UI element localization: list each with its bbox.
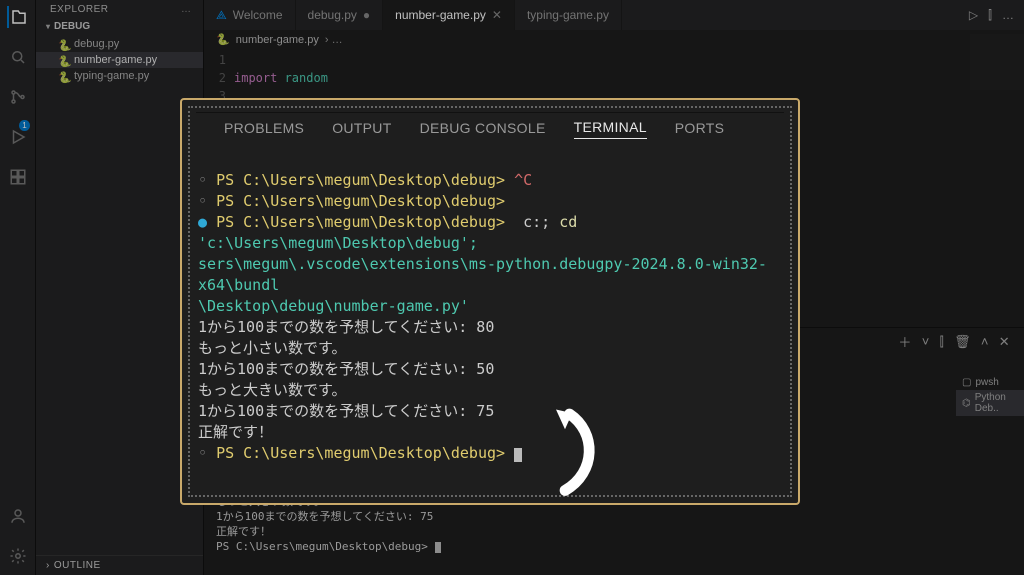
callout-arrow-icon [520,400,610,503]
debug-badge: 1 [19,120,29,131]
explorer-more-icon[interactable]: … [181,4,193,15]
explorer-folder-header[interactable]: ▾ DEBUG [36,19,203,34]
activity-account-icon[interactable] [7,505,29,527]
line-number: 1 [204,51,226,69]
zoom-panel-tabs: PROBLEMS OUTPUT DEBUG CONSOLE TERMINAL P… [196,112,784,145]
file-item-label: debug.py [74,38,119,50]
panel-tab-ports[interactable]: PORTS [675,120,724,139]
editor-tab-bar: ⟁ Welcome debug.py ● number-game.py ✕ ty… [204,0,1024,30]
tab-label: debug.py [308,8,357,22]
activity-debug-icon[interactable]: 1 [7,126,29,148]
terminal-dropdown-icon[interactable]: ˅ [922,334,930,349]
breadcrumb-file: number-game.py [236,34,319,46]
activity-explorer-icon[interactable] [7,6,29,28]
dirty-dot-icon: ● [363,8,370,22]
split-icon[interactable]: ⫿ [988,8,992,23]
file-item-label: number-game.py [74,54,157,66]
file-item-typing-game[interactable]: 🐍 typing-game.py [36,68,203,84]
explorer-title: EXPLORER [50,4,108,15]
tab-welcome[interactable]: ⟁ Welcome [204,0,296,30]
panel-tab-output[interactable]: OUTPUT [332,120,391,139]
python-file-icon: 🐍 [58,71,68,81]
file-item-label: typing-game.py [74,70,149,82]
close-icon[interactable]: ✕ [492,8,502,22]
activity-scm-icon[interactable] [7,86,29,108]
more-icon[interactable]: … [1002,8,1014,22]
close-panel-icon[interactable]: ✕ [999,334,1010,350]
python-file-icon: 🐍 [216,33,230,46]
bug-icon: ⌬ [962,398,971,409]
file-item-number-game[interactable]: 🐍 number-game.py [36,52,203,68]
kill-terminal-icon[interactable]: 🗑 [954,334,971,350]
terminal-list: ▢pwsh ⌬Python Deb.. [956,375,1024,416]
python-file-icon: 🐍 [58,55,68,65]
zoom-terminal-output: ◦ PS C:\Users\megum\Desktop\debug> ^C ◦ … [196,145,784,489]
tab-debug-py[interactable]: debug.py ● [296,0,384,30]
activity-extensions-icon[interactable] [7,166,29,188]
chevron-right-icon: › [46,560,50,571]
chevron-down-icon: ▾ [46,22,50,31]
explorer-folder-name: DEBUG [54,21,90,32]
explorer-sidebar: EXPLORER … ▾ DEBUG 🐍 debug.py 🐍 number-g… [36,0,204,575]
panel-tab-problems[interactable]: PROBLEMS [224,120,304,139]
line-number: 2 [204,69,226,87]
split-terminal-icon[interactable]: ⫿ [940,334,944,350]
tab-typing-game-py[interactable]: typing-game.py [515,0,622,30]
breadcrumb-rest: › … [325,34,343,46]
terminal-cursor [435,542,441,553]
terminal-list-item-pwsh[interactable]: ▢pwsh [956,375,1024,390]
activity-settings-icon[interactable] [7,545,29,567]
python-file-icon: 🐍 [58,39,68,49]
tab-label: Welcome [233,8,283,22]
activity-search-icon[interactable] [7,46,29,68]
panel-tab-debug-console[interactable]: DEBUG CONSOLE [420,120,546,139]
panel-actions: ＋ ˅ ⫿ 🗑 ˄ ✕ [898,332,1010,351]
editor-actions: ▷ ⫿ … [959,8,1024,23]
outline-label: OUTLINE [54,560,101,571]
file-item-debug[interactable]: 🐍 debug.py [36,36,203,52]
tab-label: number-game.py [395,8,486,22]
terminal-list-item-python-debug[interactable]: ⌬Python Deb.. [956,390,1024,416]
tab-label: typing-game.py [527,8,609,22]
breadcrumb[interactable]: 🐍 number-game.py › … [204,30,1024,49]
minimap[interactable] [970,34,1024,90]
maximize-panel-icon[interactable]: ˄ [981,334,989,349]
panel-tab-terminal[interactable]: TERMINAL [574,119,647,139]
new-terminal-icon[interactable]: ＋ [898,332,911,351]
tab-number-game-py[interactable]: number-game.py ✕ [383,0,515,30]
run-icon[interactable]: ▷ [969,8,978,22]
terminal-icon: ▢ [962,377,971,388]
explorer-header: EXPLORER … [36,0,203,19]
outline-section[interactable]: › OUTLINE [36,555,203,575]
vscode-icon: ⟁ [216,8,227,23]
explorer-file-list: 🐍 debug.py 🐍 number-game.py 🐍 typing-gam… [36,34,203,88]
terminal-zoom-callout: PROBLEMS OUTPUT DEBUG CONSOLE TERMINAL P… [180,98,800,505]
activity-bar: 1 [0,0,36,575]
